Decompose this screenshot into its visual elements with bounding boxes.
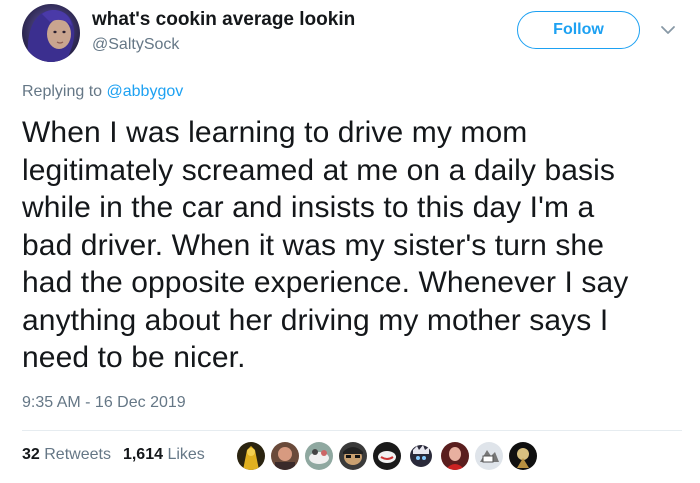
tweet-text-line: legitimately screamed at me on a daily b…: [22, 153, 616, 187]
divider: [22, 430, 682, 431]
likes-stat[interactable]: 1,614 Likes: [123, 446, 205, 464]
avatar[interactable]: [22, 4, 80, 62]
tweet-text-line: When I was learning to drive my mom: [22, 116, 528, 149]
liker-avatar[interactable]: [407, 442, 435, 470]
liker-avatar[interactable]: [441, 442, 469, 470]
tweet-text: When I was learning to drive my mom legi…: [22, 114, 687, 377]
tweet-text-line: anything about her driving my mother say…: [22, 303, 609, 337]
reply-context-prefix: Replying to: [22, 83, 103, 100]
author-handle[interactable]: @SaltySock: [92, 36, 179, 54]
liker-avatar[interactable]: [339, 442, 367, 470]
tweet-text-line: need to be nicer.: [22, 341, 246, 374]
chevron-down-icon[interactable]: [660, 24, 676, 36]
liker-avatar[interactable]: [237, 442, 265, 470]
liker-avatar[interactable]: [305, 442, 333, 470]
retweets-stat[interactable]: 32 Retweets: [22, 446, 111, 464]
liker-avatar[interactable]: [475, 442, 503, 470]
tweet-stats: 32 Retweets 1,614 Likes: [22, 446, 205, 464]
liker-avatars: [237, 442, 537, 470]
tweet-text-line: bad driver. When it was my sister's turn…: [22, 228, 605, 262]
tweet-text-line: while in the car and insists to this day…: [22, 191, 595, 224]
retweets-label: Retweets: [44, 446, 111, 463]
likes-count: 1,614: [122, 446, 163, 463]
author-display-name[interactable]: what's cookin average lookin: [92, 9, 355, 31]
liker-avatar[interactable]: [509, 442, 537, 470]
tweet-text-line: had the opposite experience. Whenever I …: [22, 266, 629, 299]
liker-avatar[interactable]: [373, 442, 401, 470]
tweet-timestamp[interactable]: 9:35 AM - 16 Dec 2019: [22, 394, 186, 412]
liker-avatar[interactable]: [271, 442, 299, 470]
follow-button[interactable]: Follow: [517, 11, 640, 49]
tweet-card: what's cookin average lookin @SaltySock …: [0, 0, 700, 483]
likes-label: Likes: [167, 446, 205, 463]
retweets-count: 32: [22, 446, 40, 463]
reply-context: Replying to @abbygov: [22, 83, 183, 101]
reply-mention-link[interactable]: @abbygov: [107, 83, 184, 100]
